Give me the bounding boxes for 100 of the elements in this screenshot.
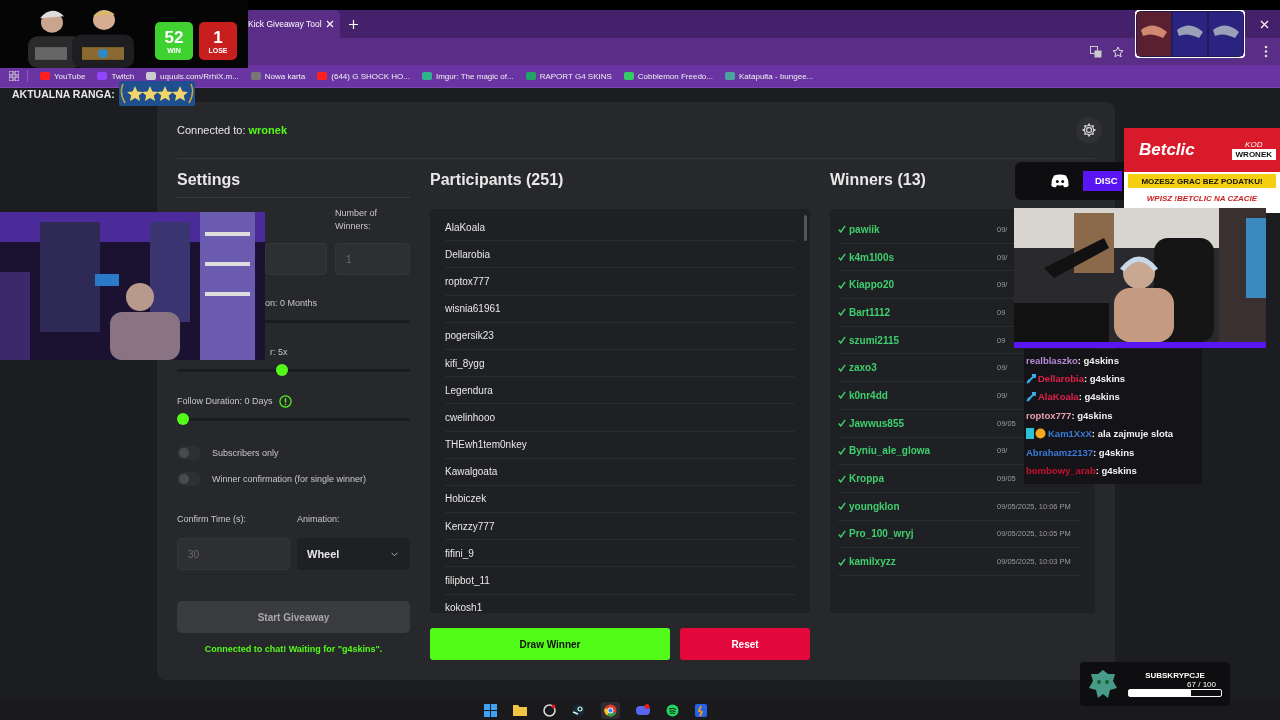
winner-name: k0nr4dd — [849, 389, 889, 401]
bookmark[interactable]: RAPORT G4 SKINS — [525, 71, 612, 81]
input-field[interactable]: 30 — [177, 538, 290, 570]
check-icon — [838, 391, 846, 400]
reset-button[interactable]: Reset — [680, 628, 810, 660]
winner-name: szumi2115 — [849, 334, 901, 346]
scrollbar[interactable] — [804, 215, 807, 241]
sponsor-tagline: MOZESZ GRAC BEZ PODATKU! — [1128, 174, 1276, 188]
slider-label: r: 5x — [270, 347, 288, 357]
winner-name: k4m1l00s — [849, 251, 896, 263]
menu-icon[interactable] — [1264, 45, 1268, 58]
participant-name[interactable]: Dellarobia — [445, 248, 491, 260]
chat-message: Dellarobia: g4skins — [1038, 373, 1126, 385]
bookmark[interactable]: Katapulta - bungee... — [724, 71, 814, 81]
participant-name[interactable]: Kawalgoata — [445, 466, 498, 478]
winner-name: Byniu_ale_glowa — [849, 445, 932, 457]
chat-message: bombowy_arab: g4skins — [1026, 465, 1137, 477]
bookmark[interactable]: (644) G SHOCK HO... — [317, 71, 410, 81]
winner-name: pawiik — [849, 223, 881, 235]
bookmark-icon — [317, 71, 328, 81]
bookmark[interactable]: Cobblemon Freedo... — [623, 71, 713, 81]
check-icon — [838, 474, 846, 483]
chat-message: roptox777: g4skins — [1026, 409, 1113, 421]
check-icon — [838, 502, 846, 511]
rank-stars-icon — [118, 81, 195, 106]
participant-name[interactable]: fifini_9 — [445, 547, 474, 559]
spotify-icon[interactable] — [665, 703, 679, 717]
code-label: KOD — [1245, 140, 1263, 149]
participant-name[interactable]: THEwh1tem0nkey — [445, 439, 527, 451]
bookmark-icon — [623, 71, 634, 81]
participant-name[interactable]: filipbot_11 — [445, 575, 490, 587]
field-label: Confirm Time (s): — [177, 514, 247, 526]
circle-app-icon[interactable] — [542, 703, 556, 717]
sub-goal-label: SUBSKRYPCJE — [1144, 671, 1206, 680]
draw-winner-button[interactable]: Draw Winner — [430, 628, 670, 660]
rank-label: AKTUALNA RANGA: — [12, 87, 115, 100]
chrome-icon[interactable] — [603, 703, 617, 717]
toggle-switch[interactable] — [177, 472, 201, 486]
slider-label: on: 0 Months — [265, 298, 318, 308]
participant-name[interactable]: AlaKoala — [445, 221, 486, 233]
winner-name: kamilxyzz — [849, 556, 897, 568]
settings-heading: Settings — [177, 169, 410, 198]
windows-icon[interactable] — [483, 703, 497, 717]
chevron-icon — [391, 551, 398, 557]
sponsor-brand: Betclic — [1139, 140, 1195, 160]
participant-name[interactable]: pogersik23 — [445, 330, 494, 342]
participant-name[interactable]: kifi_8ygg — [445, 357, 485, 369]
close-icon[interactable] — [1260, 19, 1269, 29]
new-tab-icon[interactable] — [349, 19, 358, 29]
participant-name[interactable]: roptox777 — [445, 275, 490, 287]
input-field[interactable] — [265, 243, 327, 275]
settings-icon — [1081, 122, 1097, 138]
animation-dropdown[interactable]: Wheel — [297, 538, 410, 570]
tab-title: Kick Giveaway Tool — [248, 19, 322, 29]
promo-code: WRONEK — [1231, 149, 1276, 160]
participants-heading: Participants (251) — [430, 170, 564, 190]
participant-name[interactable]: Legendura — [445, 384, 493, 396]
check-icon — [838, 253, 846, 262]
winner-name: zaxo3 — [849, 362, 878, 374]
slider[interactable] — [177, 364, 410, 376]
check-icon — [838, 446, 846, 455]
toggle-switch[interactable] — [177, 446, 201, 460]
close-icon[interactable] — [326, 20, 334, 28]
browser-tab[interactable]: Kick Giveaway Tool — [246, 10, 340, 38]
slider-thumb[interactable] — [276, 364, 289, 376]
star-icon[interactable] — [1112, 45, 1124, 58]
check-icon — [838, 280, 846, 289]
participant-name[interactable]: Kenzzy777 — [445, 520, 495, 532]
slider[interactable] — [177, 413, 410, 425]
participant-name[interactable]: cwelinhooo — [445, 411, 496, 423]
bookmark-icon — [97, 71, 108, 81]
check-icon — [838, 363, 846, 372]
channel-name: wronek — [248, 124, 287, 136]
bookmark[interactable]: YouTube — [40, 71, 86, 81]
chat-message: Kam1XxX: ala zajmuje slota — [1048, 428, 1174, 440]
slider-thumb[interactable] — [177, 413, 189, 425]
participant-name[interactable]: Hobiczek — [445, 493, 487, 505]
field-label: Animation: — [297, 514, 341, 526]
participant-name[interactable]: kokosh1 — [445, 602, 483, 613]
apps-icon[interactable] — [9, 71, 19, 81]
badge-icon — [1026, 428, 1046, 440]
bookmark[interactable]: Twitch — [97, 71, 135, 81]
bookmark[interactable]: Nowa karta — [250, 71, 306, 81]
bookmark[interactable]: Imgur: The magic of... — [421, 71, 514, 81]
check-icon — [838, 419, 846, 428]
participant-name[interactable]: wisnia61961 — [445, 303, 501, 315]
translate-icon[interactable] — [1090, 45, 1102, 58]
field-label: Number of Winners: — [335, 207, 379, 233]
folder-icon[interactable] — [512, 704, 527, 716]
winner-name: Pro_100_wryj — [849, 528, 915, 540]
chat-message: AlaKoala: g4skins — [1038, 391, 1120, 403]
winner-name: Bart1112 — [849, 306, 892, 318]
bookmark-icon — [421, 71, 432, 81]
check-icon — [838, 225, 846, 234]
winner-name: youngklon — [849, 500, 901, 512]
settings-button[interactable] — [1076, 117, 1102, 143]
bookmark-icon — [40, 71, 50, 81]
bookmark[interactable]: uquuls.com/RrhiX.m... — [146, 71, 239, 81]
toggle-label: Subscribers only — [212, 448, 279, 458]
connection-label: Connected to: — [177, 124, 246, 136]
